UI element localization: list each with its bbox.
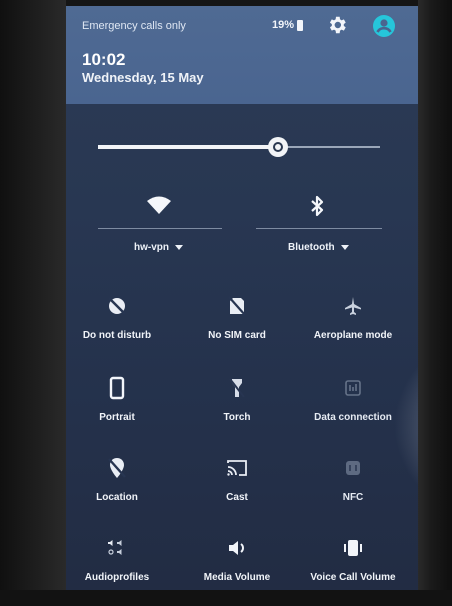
tile-label: Media Volume [203, 572, 271, 583]
tile-media-volume[interactable]: Media Volume [182, 536, 292, 583]
wifi-network-label: hw-vpn [134, 242, 169, 253]
tile-label: Aeroplane mode [313, 330, 393, 341]
do-not-disturb-icon [108, 297, 126, 315]
gear-icon[interactable] [326, 14, 348, 36]
airplane-icon [345, 297, 361, 315]
tile-label: No SIM card [208, 330, 266, 341]
tile-label: Do not disturb [82, 330, 152, 341]
tile-audioprofiles[interactable]: Audioprofiles [66, 536, 172, 583]
cast-icon [227, 460, 247, 476]
clock-date: Wednesday, 15 May [82, 70, 204, 85]
wifi-network-dropdown[interactable]: hw-vpn [134, 242, 183, 253]
tile-label: Voice Call Volume [310, 572, 396, 583]
clock-time: 10:02 [82, 50, 126, 69]
vibrate-icon [344, 540, 362, 556]
device-bezel-bottom [0, 590, 452, 606]
quick-settings-panel: Emergency calls only 19% 10:02 Wednesday… [66, 6, 418, 590]
tile-portrait[interactable]: Portrait [66, 376, 172, 423]
brightness-slider[interactable] [98, 137, 380, 157]
wifi-icon[interactable] [146, 194, 172, 218]
battery-icon [297, 19, 304, 31]
portrait-icon [109, 376, 125, 400]
tile-label: Torch [223, 412, 251, 423]
chevron-down-icon [175, 245, 183, 250]
tile-label: Data connection [314, 412, 392, 423]
device-bezel-left [0, 0, 66, 606]
brightness-fill [98, 145, 279, 149]
no-sim-icon [228, 296, 246, 316]
carrier-status: Emergency calls only [82, 20, 186, 32]
tile-torch[interactable]: Torch [182, 376, 292, 423]
tile-nfc[interactable]: NFC [298, 456, 408, 503]
tile-location[interactable]: Location [66, 456, 172, 503]
torch-icon [229, 378, 245, 398]
tile-voice-call-volume[interactable]: Voice Call Volume [298, 536, 408, 583]
tile-data-connection[interactable]: Data connection [298, 376, 408, 423]
tile-no-sim[interactable]: No SIM card [182, 294, 292, 341]
chevron-down-icon [340, 245, 349, 250]
bluetooth-dropdown[interactable]: Bluetooth [288, 242, 349, 253]
brightness-icon[interactable] [265, 134, 291, 160]
bluetooth-icon[interactable] [304, 194, 330, 218]
audio-profiles-icon [108, 540, 122, 555]
tile-aeroplane-mode[interactable]: Aeroplane mode [298, 294, 408, 341]
panel-header: Emergency calls only 19% 10:02 Wednesday… [66, 6, 418, 104]
device-bezel-right [418, 0, 452, 606]
battery-percent: 19% [272, 19, 295, 31]
tile-cast[interactable]: Cast [182, 456, 292, 503]
tile-label: Audioprofiles [84, 572, 150, 583]
account-icon[interactable] [372, 14, 396, 38]
data-icon [345, 380, 361, 396]
tile-label: NFC [342, 492, 364, 503]
tile-label: Location [96, 492, 138, 503]
bluetooth-divider [256, 228, 382, 229]
tile-label: Cast [226, 492, 248, 503]
tile-do-not-disturb[interactable]: Do not disturb [66, 294, 172, 341]
volume-icon [229, 541, 244, 555]
wifi-divider [98, 228, 222, 229]
battery-indicator: 19% [272, 19, 304, 31]
bluetooth-label: Bluetooth [288, 242, 335, 253]
nfc-icon [346, 461, 360, 475]
location-off-icon [108, 458, 126, 478]
tile-label: Portrait [99, 412, 135, 423]
